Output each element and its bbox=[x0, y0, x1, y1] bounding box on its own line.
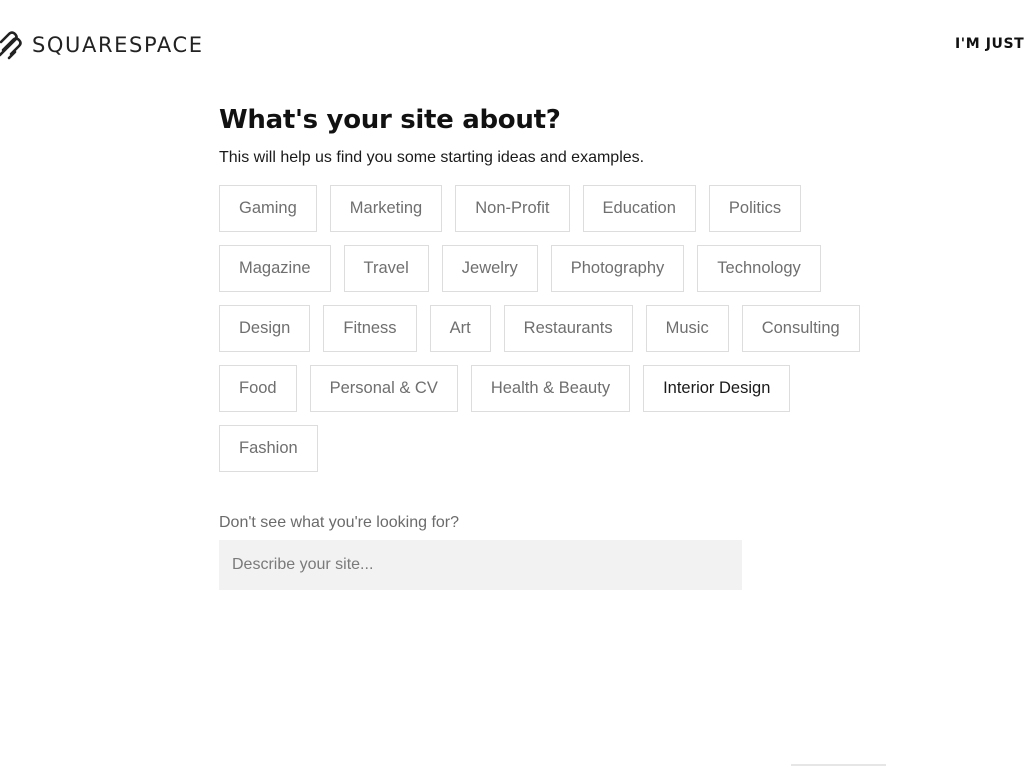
category-tag-food[interactable]: Food bbox=[219, 365, 297, 412]
category-tag-jewelry[interactable]: Jewelry bbox=[441, 245, 538, 292]
category-tag-politics[interactable]: Politics bbox=[708, 185, 802, 232]
category-tag-fitness[interactable]: Fitness bbox=[323, 305, 417, 352]
category-tag-fashion[interactable]: Fashion bbox=[219, 425, 318, 472]
category-tag-design[interactable]: Design bbox=[219, 305, 311, 352]
category-tag-non-profit[interactable]: Non-Profit bbox=[455, 185, 570, 232]
page-subtitle: This will help us find you some starting… bbox=[219, 149, 645, 166]
category-tag-photography[interactable]: Photography bbox=[550, 245, 685, 292]
squarespace-logo[interactable]: SQUARESPACE bbox=[0, 28, 204, 62]
category-tag-education[interactable]: Education bbox=[582, 185, 696, 232]
category-tag-art[interactable]: Art bbox=[429, 305, 491, 352]
next-button[interactable] bbox=[791, 764, 886, 768]
squarespace-logo-icon bbox=[0, 31, 22, 60]
category-tag-marketing[interactable]: Marketing bbox=[329, 185, 443, 232]
category-tag-interior-design[interactable]: Interior Design bbox=[643, 365, 791, 412]
page: SQUARESPACE I'M JUST What's your site ab… bbox=[0, 0, 1024, 768]
category-tag-consulting[interactable]: Consulting bbox=[741, 305, 860, 352]
page-title: What's your site about? bbox=[219, 105, 561, 135]
category-tag-list: Gaming Marketing Non-Profit Education Politi… bbox=[219, 185, 879, 472]
category-tag-health-and-beauty[interactable]: Health & Beauty bbox=[470, 365, 631, 412]
category-tag-music[interactable]: Music bbox=[645, 305, 729, 352]
main-content: What's your site about? This will help u… bbox=[219, 104, 919, 590]
category-tag-technology[interactable]: Technology bbox=[697, 245, 821, 292]
im-just-browsing-link[interactable]: I'M JUST bbox=[955, 36, 1024, 52]
category-tag-personal-and-cv[interactable]: Personal & CV bbox=[309, 365, 458, 412]
other-category-label: Don't see what you're looking for? bbox=[219, 514, 460, 531]
describe-site-input[interactable] bbox=[219, 540, 742, 590]
category-tag-restaurants[interactable]: Restaurants bbox=[503, 305, 633, 352]
category-tag-travel[interactable]: Travel bbox=[343, 245, 429, 292]
category-tag-magazine[interactable]: Magazine bbox=[219, 245, 331, 292]
category-tag-gaming[interactable]: Gaming bbox=[219, 185, 317, 232]
logo-text: SQUARESPACE bbox=[32, 33, 204, 57]
